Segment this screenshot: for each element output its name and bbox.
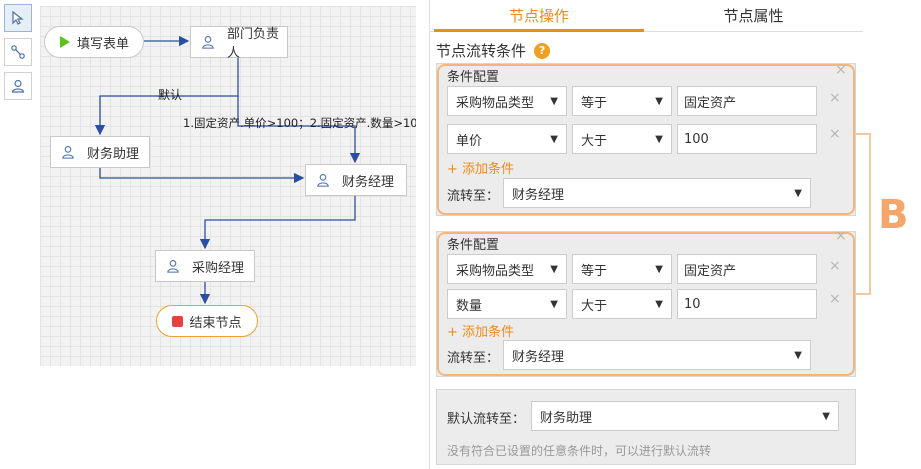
flow-to-label: 流转至： [447,189,500,204]
value-input[interactable]: 固定资产 [677,254,817,284]
value-input-text: 10 [684,296,701,312]
section-title: 节点流转条件 ? [436,40,551,61]
user-node-tool-button[interactable] [4,72,32,100]
pointer-tool-button[interactable] [4,4,32,32]
tool-palette [4,4,32,106]
caret-down-icon: ▼ [550,96,558,107]
caret-down-icon: ▼ [794,188,802,199]
end-node[interactable]: 结束节点 [156,305,258,337]
field-select[interactable]: 采购物品类型 ▼ [447,254,567,284]
dept-head-label: 部门负责人 [227,27,280,61]
caret-down-icon: ▼ [794,350,802,361]
start-node-label: 填写表单 [76,36,129,52]
field-select-value: 数量 [456,298,483,314]
default-flow-hint: 没有符合已设置的任意条件时，可以进行默认流转 [447,444,712,458]
condition-block-2: 条件配置 × 采购物品类型 ▼ 等于 ▼ 固定资产 × 数量 ▼ 大于 ▼ 10 × +… [436,228,856,377]
add-condition-link[interactable]: + 添加条件 [447,158,514,177]
caret-down-icon: ▼ [550,134,558,145]
purchase-manager-label: 采购经理 [192,260,245,276]
flow-to-select-value: 财务经理 [512,187,565,203]
stop-icon [172,315,184,327]
caret-down-icon: ▼ [655,96,663,107]
condition-title: 条件配置 [447,238,500,253]
default-flow-box: 默认流转至： 财务助理 ▼ 没有符合已设置的任意条件时，可以进行默认流转 [436,389,856,465]
flow-canvas[interactable]: 填写表单 部门负责人 默认 1.固定资产.单价>100；2.固定资产.数量>10… [40,6,416,366]
operator-select[interactable]: 等于 ▼ [572,254,672,284]
flow-to-select[interactable]: 财务经理 ▼ [503,178,811,208]
value-input[interactable]: 10 [677,289,817,319]
panel-tabs: 节点操作 节点属性 [430,0,863,32]
edge-assistant-to-manager[interactable] [99,168,305,184]
user-icon [317,174,329,187]
remove-condition-icon[interactable]: × [829,90,841,106]
value-input-text: 100 [684,131,709,147]
help-icon[interactable]: ? [534,42,551,59]
connector-tool-button[interactable] [4,38,32,66]
properties-panel: 节点操作 节点属性 节点流转条件 ? 条件配置 × 采购物品类型 ▼ 等于 ▼ 固定… [429,0,921,469]
section-title-text: 节点流转条件 [436,42,527,60]
user-icon [62,146,74,159]
condition-title: 条件配置 [447,70,500,85]
operator-select-value: 等于 [581,95,608,111]
edge-manager-to-purchase[interactable] [199,196,356,250]
start-node[interactable]: 填写表单 [44,26,144,58]
annotation-letter: B [878,192,909,238]
condition-edge-label: 1.固定资产.单价>100；2.固定资产.数量>10 [183,116,416,130]
pointer-icon [12,10,24,25]
remove-condition-icon[interactable]: × [829,291,841,307]
play-icon [59,36,70,48]
finance-manager-node[interactable]: 财务经理 [305,164,407,196]
value-input-text: 固定资产 [684,95,737,111]
default-flow-label: 默认流转至： [447,412,526,427]
flow-to-label: 流转至： [447,351,500,366]
annotation-bracket [855,133,871,295]
operator-select[interactable]: 大于 ▼ [572,124,672,154]
field-select[interactable]: 采购物品类型 ▼ [447,86,567,116]
default-flow-select-value: 财务助理 [540,410,593,426]
purchase-manager-node[interactable]: 采购经理 [155,250,255,282]
value-input[interactable]: 100 [677,124,817,154]
flow-to-select-value: 财务经理 [512,349,565,365]
default-edge-label: 默认 [158,88,183,102]
remove-condition-icon[interactable]: × [829,126,841,142]
default-flow-select[interactable]: 财务助理 ▼ [531,401,839,431]
tab-node-ops[interactable]: 节点操作 [434,0,644,32]
operator-select[interactable]: 大于 ▼ [572,289,672,319]
field-select[interactable]: 数量 ▼ [447,289,567,319]
remove-block-icon[interactable]: × [835,228,847,244]
user-icon [167,260,179,273]
operator-select-value: 等于 [581,263,608,279]
operator-select[interactable]: 等于 ▼ [572,86,672,116]
finance-assistant-label: 财务助理 [87,146,140,162]
caret-down-icon: ▼ [822,411,830,422]
caret-down-icon: ▼ [550,299,558,310]
finance-manager-label: 财务经理 [342,174,395,190]
end-node-label: 结束节点 [189,315,242,331]
field-select-value: 采购物品类型 [456,263,535,279]
caret-down-icon: ▼ [655,299,663,310]
remove-block-icon[interactable]: × [835,62,847,78]
remove-condition-icon[interactable]: × [829,258,841,274]
dept-head-node[interactable]: 部门负责人 [190,26,288,61]
field-select-value: 单价 [456,133,483,149]
operator-select-value: 大于 [581,298,608,314]
finance-assistant-node[interactable]: 财务助理 [50,136,150,168]
field-select[interactable]: 单价 ▼ [447,124,567,154]
field-select-value: 采购物品类型 [456,95,535,111]
caret-down-icon: ▼ [655,264,663,275]
value-input-text: 固定资产 [684,263,737,279]
flow-to-select[interactable]: 财务经理 ▼ [503,340,811,370]
tab-node-props[interactable]: 节点属性 [644,0,863,32]
operator-select-value: 大于 [581,133,608,149]
caret-down-icon: ▼ [550,264,558,275]
user-icon [202,36,214,49]
add-condition-link[interactable]: + 添加条件 [447,321,514,340]
user-node-icon [11,79,25,93]
connector-icon [11,45,25,59]
value-input[interactable]: 固定资产 [677,86,817,116]
caret-down-icon: ▼ [655,134,663,145]
condition-block-1: 条件配置 × 采购物品类型 ▼ 等于 ▼ 固定资产 × 单价 ▼ 大于 ▼ 100 × … [436,62,856,216]
